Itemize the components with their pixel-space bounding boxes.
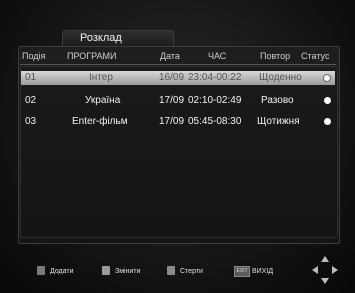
table-row[interactable]: 02 Україна 17/09 02:10-02:49 Разово: [21, 94, 335, 108]
header-divider: [20, 64, 336, 65]
row-time: 23:04-00:22: [188, 72, 242, 83]
row-program: Україна: [85, 95, 121, 106]
row-program: Enter-фільм: [72, 116, 128, 127]
page-title: Розклад: [80, 32, 122, 44]
row-program: Інтер: [89, 72, 113, 83]
column-header-event: Подія: [22, 51, 46, 61]
column-header-status: Статус: [301, 51, 330, 61]
row-date: 17/09: [159, 116, 185, 127]
row-event: 02: [25, 95, 37, 106]
navigation-arrows-icon: [312, 256, 338, 284]
row-date: 16/09: [159, 72, 185, 83]
row-date: 17/09: [159, 95, 185, 106]
row-time: 02:10-02:49: [188, 95, 242, 106]
add-key-icon: [37, 266, 45, 275]
add-button[interactable]: Додати: [50, 268, 74, 275]
column-header-repeat: Повтор: [260, 51, 291, 61]
edit-button[interactable]: Змінити: [115, 268, 141, 275]
row-event: 03: [25, 116, 37, 127]
row-repeat: Разово: [261, 95, 294, 106]
status-active-icon: [324, 97, 331, 104]
row-event: 01: [25, 72, 37, 83]
row-repeat: Щотижня: [257, 116, 300, 127]
delete-key-icon: [167, 266, 175, 275]
exit-key-icon: EXIT: [234, 266, 250, 277]
column-header-program: ПРОГРАМИ: [67, 51, 117, 61]
status-inactive-icon: [323, 74, 331, 82]
table-row[interactable]: 01 Інтер 16/09 23:04-00:22 Щоденно: [21, 71, 335, 85]
schedule-screen: Розклад Подія ПРОГРАМИ Дата ЧАС Повтор С…: [0, 0, 355, 293]
row-time: 05:45-08:30: [188, 116, 242, 127]
schedule-list: [20, 66, 338, 238]
exit-button[interactable]: ВИХІД: [252, 268, 273, 275]
table-row[interactable]: 03 Enter-фільм 17/09 05:45-08:30 Щотижня: [21, 115, 335, 129]
column-header-time: ЧАС: [208, 51, 227, 61]
edit-key-icon: [102, 266, 110, 275]
row-repeat: Щоденно: [259, 72, 302, 83]
column-header-date: Дата: [160, 51, 180, 61]
table-header: Подія ПРОГРАМИ Дата ЧАС Повтор Статус: [20, 50, 337, 64]
status-active-icon: [324, 118, 331, 125]
delete-button[interactable]: Стерти: [180, 268, 203, 275]
